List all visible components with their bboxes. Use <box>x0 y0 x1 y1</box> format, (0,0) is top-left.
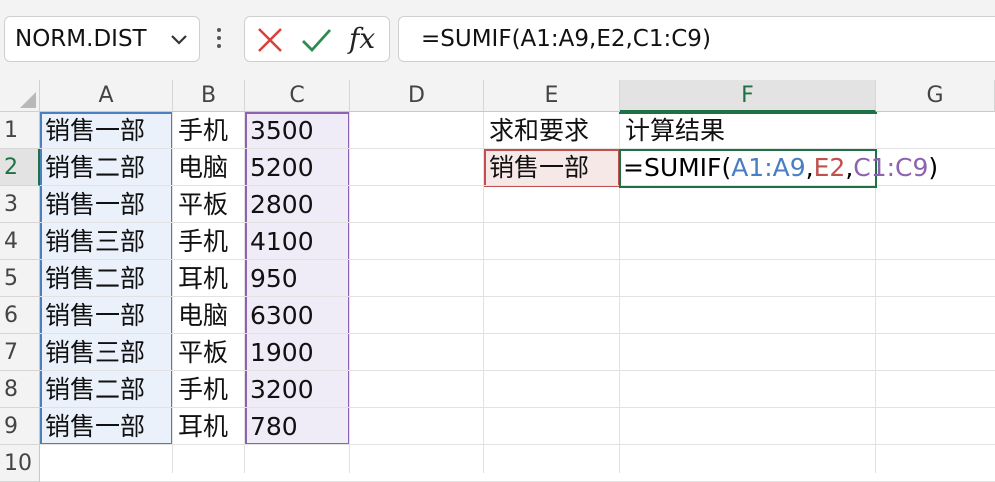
row-header-1[interactable]: 1 <box>0 112 40 149</box>
cell-c9[interactable]: 780 <box>245 408 298 445</box>
row-header-8[interactable]: 8 <box>0 371 40 408</box>
formula-suffix: ) <box>928 153 939 182</box>
spreadsheet-grid[interactable]: A B C D E F G 1 2 3 4 5 6 7 8 9 10 销售一部 销售二部 销售一部 销售三部 销售二部销… <box>0 80 995 482</box>
cell-a5[interactable]: 销售二部 <box>40 260 145 297</box>
x-icon[interactable] <box>253 23 287 57</box>
row-header-4[interactable]: 4 <box>0 223 40 260</box>
cell-b5[interactable]: 耳机 <box>173 260 228 297</box>
column-header-b[interactable]: B <box>173 80 245 112</box>
select-all-triangle-icon <box>20 92 36 108</box>
formula-controls: fx <box>244 16 390 62</box>
column-header-d[interactable]: D <box>350 80 484 112</box>
gridline-vertical <box>349 112 350 473</box>
cell-a1[interactable]: 销售一部 <box>40 112 145 149</box>
cell-a9[interactable]: 销售一部 <box>40 408 145 445</box>
check-icon[interactable] <box>299 23 333 57</box>
column-header-f[interactable]: F <box>620 80 876 112</box>
row-header-6[interactable]: 6 <box>0 297 40 334</box>
insert-function-button[interactable]: fx <box>349 22 375 55</box>
cell-b8[interactable]: 手机 <box>173 371 228 408</box>
cell-c2[interactable]: 5200 <box>245 149 314 186</box>
formula-ref-c1-c9: C1:C9 <box>853 153 929 182</box>
cell-c6[interactable]: 6300 <box>245 297 314 334</box>
cell-c5[interactable]: 950 <box>245 260 298 297</box>
cell-e2[interactable]: 销售一部 <box>484 149 589 186</box>
row-header-3[interactable]: 3 <box>0 186 40 223</box>
chevron-down-icon[interactable] <box>165 26 193 54</box>
column-header-e[interactable]: E <box>484 80 620 112</box>
more-options-icon[interactable] <box>216 28 222 52</box>
row-header-7[interactable]: 7 <box>0 334 40 371</box>
formula-ref-a1-a9: A1:A9 <box>731 153 806 182</box>
cell-b9[interactable]: 耳机 <box>173 408 228 445</box>
cell-b1[interactable]: 手机 <box>173 112 228 149</box>
formula-bar-area: NORM.DIST fx =SUMIF(A1:A9,E2,C1:C9) <box>0 0 995 80</box>
cell-a8[interactable]: 销售二部 <box>40 371 145 408</box>
formula-ref-e2: E2 <box>813 153 846 182</box>
cell-b4[interactable]: 手机 <box>173 223 228 260</box>
cell-c4[interactable]: 4100 <box>245 223 314 260</box>
column-header-a[interactable]: A <box>40 80 173 112</box>
cell-c1[interactable]: 3500 <box>245 112 314 149</box>
cell-a3[interactable]: 销售一部 <box>40 186 145 223</box>
row-header-2[interactable]: 2 <box>0 149 40 186</box>
cell-e1[interactable]: 求和要求 <box>484 112 589 149</box>
cell-a7[interactable]: 销售三部 <box>40 334 145 371</box>
formula-prefix: =SUMIF( <box>623 153 732 182</box>
cell-b7[interactable]: 平板 <box>173 334 228 371</box>
formula-text: =SUMIF(A1:A9,E2,C1:C9) <box>421 26 711 52</box>
cell-c3[interactable]: 2800 <box>245 186 314 223</box>
cell-f2-edit-formula[interactable]: =SUMIF(A1:A9,E2,C1:C9) <box>623 149 938 186</box>
cell-a2[interactable]: 销售二部 <box>40 149 145 186</box>
cell-f1[interactable]: 计算结果 <box>620 112 725 149</box>
cell-b2[interactable]: 电脑 <box>173 149 228 186</box>
cell-c7[interactable]: 1900 <box>245 334 314 371</box>
cell-b3[interactable]: 平板 <box>173 186 228 223</box>
column-header-c[interactable]: C <box>245 80 350 112</box>
cell-c8[interactable]: 3200 <box>245 371 314 408</box>
select-all-button[interactable] <box>0 80 40 112</box>
row-header-10[interactable]: 10 <box>0 445 40 482</box>
name-box[interactable]: NORM.DIST <box>4 16 200 62</box>
formula-input[interactable]: =SUMIF(A1:A9,E2,C1:C9) <box>398 16 995 62</box>
cell-a6[interactable]: 销售一部 <box>40 297 145 334</box>
row-header-5[interactable]: 5 <box>0 260 40 297</box>
column-header-g[interactable]: G <box>876 80 995 112</box>
cell-b6[interactable]: 电脑 <box>173 297 228 334</box>
formula-separator: , <box>805 153 814 182</box>
cell-a4[interactable]: 销售三部 <box>40 223 145 260</box>
row-header-9[interactable]: 9 <box>0 408 40 445</box>
name-box-value: NORM.DIST <box>15 26 147 52</box>
